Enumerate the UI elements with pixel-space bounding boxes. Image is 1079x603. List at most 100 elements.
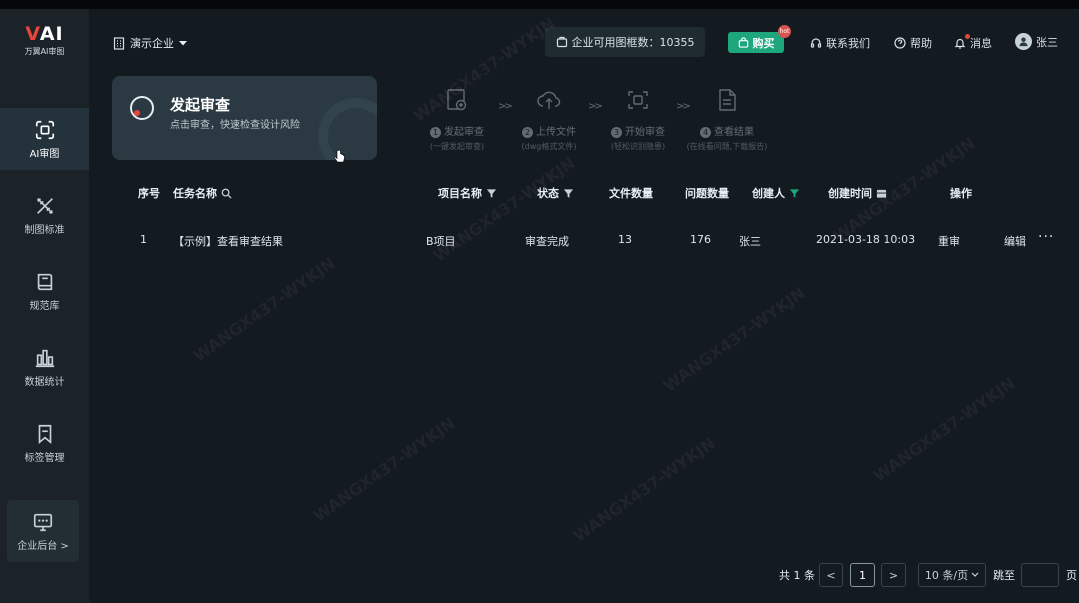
sidebar-item-label: 标签管理 bbox=[24, 452, 65, 464]
frame-icon bbox=[556, 36, 567, 48]
bookmark-icon bbox=[38, 424, 51, 444]
next-page-button[interactable]: > bbox=[881, 563, 906, 587]
messages-link[interactable]: 消息 bbox=[954, 35, 992, 51]
pagination-total: 共 1 条 bbox=[779, 569, 815, 582]
contact-us-label: 联系我们 bbox=[826, 37, 870, 50]
calendar-icon[interactable] bbox=[876, 188, 887, 199]
cell-status: 审查完成 bbox=[525, 235, 569, 248]
window-top-strip bbox=[0, 0, 1079, 9]
chevron-down-icon bbox=[971, 572, 979, 577]
step-title: 上传文件 bbox=[536, 127, 576, 138]
buy-button[interactable]: 购买 bbox=[728, 32, 784, 53]
column-issue-count: 问题数量 bbox=[685, 185, 729, 201]
logo-mark-v: V bbox=[25, 23, 40, 45]
quota-display: 企业可用图框数：10355 bbox=[545, 27, 705, 57]
contact-us-link[interactable]: 联系我们 bbox=[810, 35, 870, 51]
step-title: 发起审查 bbox=[444, 127, 484, 138]
step-number: 4 bbox=[700, 127, 711, 138]
start-review-subtitle: 点击审查，快速检查设计风险 bbox=[170, 120, 300, 131]
bell-icon bbox=[954, 38, 966, 49]
help-link[interactable]: 帮助 bbox=[894, 35, 932, 51]
sidebar: VAI 万翼AI审图 AI审图 制图标准 规范库 数据统计 标签管理 企业后台 … bbox=[0, 9, 89, 603]
column-label: 文件数量 bbox=[609, 187, 653, 200]
sidebar-item-label: 企业后台 > bbox=[17, 540, 69, 552]
cell-task-name[interactable]: 【示例】查看审查结果 bbox=[173, 233, 283, 249]
filter-icon[interactable] bbox=[486, 188, 497, 199]
column-label: 项目名称 bbox=[438, 187, 482, 200]
record-icon bbox=[130, 96, 154, 120]
user-menu[interactable]: 张三 bbox=[1015, 33, 1058, 50]
step-title: 开始审查 bbox=[625, 127, 665, 138]
help-circle-icon bbox=[894, 37, 906, 49]
header: 演示企业 企业可用图框数：10355 购买 hot 联系我们 帮助 消息 张三 bbox=[89, 9, 1079, 75]
building-icon bbox=[113, 36, 125, 50]
step-2: 2 上传文件 (dwg格式文件) bbox=[504, 87, 594, 152]
sidebar-item-tag-management[interactable]: 标签管理 bbox=[0, 412, 89, 474]
sidebar-item-label: AI审图 bbox=[29, 148, 60, 160]
step-4: 4 查看结果 (在线看问题,下载报告) bbox=[682, 87, 772, 152]
sidebar-item-enterprise-admin[interactable]: 企业后台 > bbox=[7, 500, 79, 562]
table-row[interactable]: 1 【示例】查看审查结果 B项目 审查完成 13 176 张三 2021-03-… bbox=[112, 229, 1072, 251]
jump-page-input[interactable] bbox=[1021, 563, 1059, 587]
step-number: 1 bbox=[430, 127, 441, 138]
cell-creator: 张三 bbox=[739, 235, 761, 248]
column-task-name: 任务名称 bbox=[173, 185, 232, 201]
prev-page-button[interactable]: < bbox=[819, 563, 843, 587]
step-subtitle: (轻松识别隐患) bbox=[610, 142, 666, 151]
help-label: 帮助 bbox=[910, 37, 932, 50]
start-review-title: 发起审查 bbox=[170, 96, 231, 114]
step-subtitle: (dwg格式文件) bbox=[521, 142, 577, 151]
buy-label: 购买 bbox=[752, 36, 775, 50]
book-icon bbox=[37, 273, 52, 290]
column-status: 状态 bbox=[537, 185, 574, 201]
bar-chart-icon bbox=[35, 349, 54, 367]
user-icon bbox=[1019, 37, 1028, 47]
document-icon bbox=[719, 89, 736, 111]
jump-label: 跳至 bbox=[993, 569, 1015, 582]
step-title: 查看结果 bbox=[714, 127, 754, 138]
logo-mark: VAI bbox=[0, 23, 89, 45]
cell-issue-count: 176 bbox=[690, 233, 711, 246]
logo: VAI 万翼AI审图 bbox=[0, 23, 89, 57]
sidebar-item-label: 规范库 bbox=[29, 300, 60, 312]
page-unit-label: 页 bbox=[1066, 569, 1077, 582]
edit-button[interactable]: 编辑 bbox=[1004, 233, 1026, 249]
upload-cloud-icon bbox=[537, 91, 561, 109]
filter-icon[interactable] bbox=[563, 188, 574, 199]
sidebar-item-drawing-standard[interactable]: 制图标准 bbox=[0, 184, 89, 246]
quota-text: 企业可用图框数：10355 bbox=[571, 36, 695, 49]
page-size-select[interactable]: 10 条/页 bbox=[918, 563, 986, 587]
app-root: VAI 万翼AI审图 AI审图 制图标准 规范库 数据统计 标签管理 企业后台 … bbox=[0, 9, 1079, 603]
shopping-bag-icon bbox=[738, 37, 748, 48]
messages-label: 消息 bbox=[970, 37, 992, 50]
sidebar-item-label: 制图标准 bbox=[24, 224, 65, 236]
column-created-time: 创建时间 bbox=[828, 185, 887, 201]
step-subtitle: (在线看问题,下载报告) bbox=[686, 142, 768, 151]
more-actions-icon[interactable]: ··· bbox=[1038, 229, 1054, 245]
column-label: 任务名称 bbox=[173, 187, 217, 200]
user-name: 张三 bbox=[1036, 35, 1058, 49]
page-1-button[interactable]: 1 bbox=[850, 563, 875, 587]
globe-decoration-icon bbox=[318, 98, 377, 160]
column-label: 创建时间 bbox=[828, 187, 872, 200]
sidebar-item-spec-library[interactable]: 规范库 bbox=[0, 260, 89, 322]
cell-file-count: 13 bbox=[618, 233, 632, 246]
page-size-value: 10 条/页 bbox=[924, 569, 969, 582]
column-actions: 操作 bbox=[950, 185, 972, 201]
sidebar-nav: AI审图 制图标准 规范库 数据统计 标签管理 bbox=[0, 108, 89, 488]
recheck-button[interactable]: 重审 bbox=[938, 233, 960, 249]
sidebar-item-statistics[interactable]: 数据统计 bbox=[0, 336, 89, 398]
monitor-icon bbox=[33, 513, 53, 531]
sidebar-item-ai-review[interactable]: AI审图 bbox=[0, 108, 89, 170]
cell-project-name: B项目 bbox=[426, 235, 456, 248]
org-switcher[interactable]: 演示企业 bbox=[113, 35, 187, 51]
column-label: 序号 bbox=[138, 187, 160, 200]
column-project-name: 项目名称 bbox=[438, 185, 497, 201]
search-icon[interactable] bbox=[221, 188, 232, 199]
cloud-add-icon bbox=[447, 89, 467, 111]
caret-down-icon bbox=[179, 41, 187, 46]
filter-icon[interactable] bbox=[789, 188, 800, 199]
start-review-card[interactable]: 发起审查 点击审查，快速检查设计风险 bbox=[112, 76, 377, 160]
column-creator: 创建人 bbox=[752, 185, 800, 201]
review-steps-guide: 1 发起审查 (一键发起审查) >> 2 上传文件 (dwg格式文件) >> 3 开始… bbox=[420, 87, 790, 167]
